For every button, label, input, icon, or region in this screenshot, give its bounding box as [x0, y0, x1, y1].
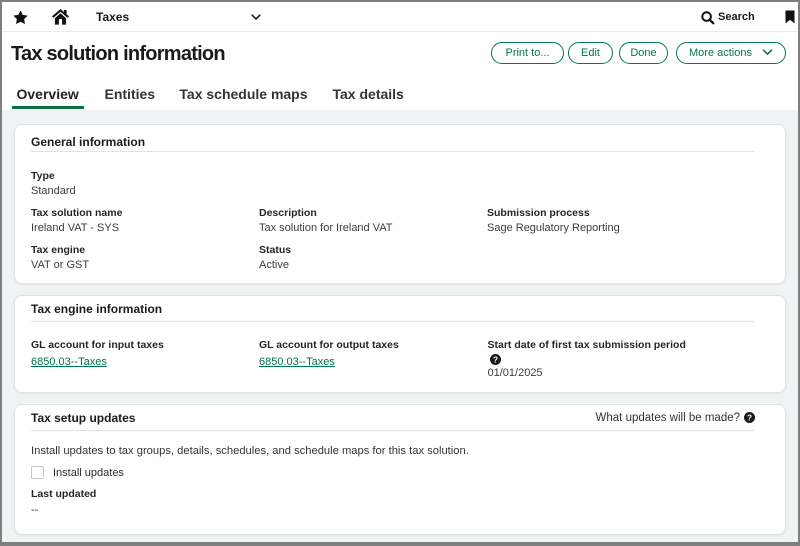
svg-text:?: ?	[492, 355, 497, 364]
svg-text:?: ?	[747, 413, 752, 422]
